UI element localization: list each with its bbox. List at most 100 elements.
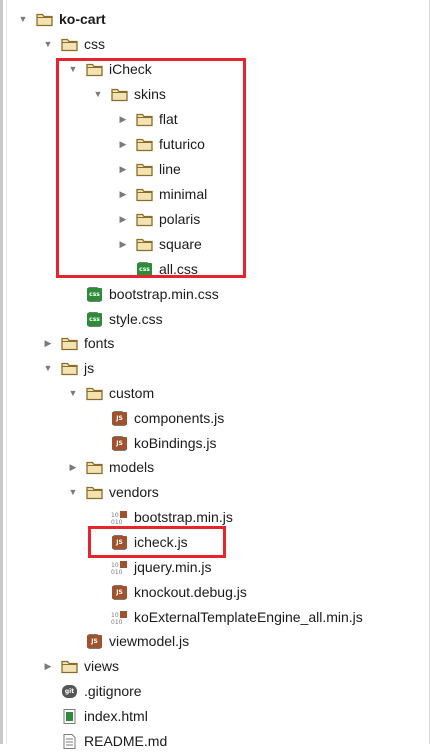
tree-item-label: ko-cart (59, 11, 106, 27)
folder-icon (61, 361, 78, 376)
tree-file[interactable]: 10 010 koExternalTemplateEngine_all.min.js (91, 605, 363, 629)
tree-item-label: flat (159, 111, 178, 127)
tree-folder[interactable]: ▶ flat (116, 107, 178, 131)
tree-file[interactable]: JS components.js (91, 406, 224, 430)
svg-text:10: 10 (111, 612, 119, 619)
minified-js-file-icon: 10 010 (111, 610, 128, 626)
tree-file[interactable]: JS koBindings.js (91, 431, 217, 455)
tree-item-label: style.css (109, 311, 163, 327)
collapse-arrow-right-icon[interactable]: ▶ (116, 182, 130, 206)
tree-item-label: fonts (84, 335, 115, 351)
svg-text:10: 10 (111, 512, 119, 519)
svg-text:010: 010 (111, 519, 123, 525)
expand-arrow-down-icon[interactable]: ▼ (16, 7, 30, 31)
js-badge: JS (112, 411, 127, 425)
expand-arrow-down-icon[interactable]: ▼ (66, 57, 80, 81)
tree-folder[interactable]: ▶ fonts (41, 331, 115, 355)
tree-folder[interactable]: ▼ custom (66, 381, 155, 405)
tree-file[interactable]: 10 010 jquery.min.js (91, 555, 212, 579)
folder-icon (86, 460, 103, 475)
expand-arrow-down-icon[interactable]: ▼ (91, 82, 105, 106)
js-badge: JS (112, 436, 127, 450)
tree-folder[interactable]: ▶ minimal (116, 182, 208, 206)
tree-file[interactable]: index.html (41, 704, 148, 728)
collapse-arrow-right-icon[interactable]: ▶ (116, 132, 130, 156)
tree-folder[interactable]: ▼ skins (91, 82, 166, 106)
svg-text:10: 10 (111, 562, 119, 569)
tree-item-label: square (159, 236, 202, 252)
markdown-file-icon (61, 733, 78, 749)
folder-icon (61, 37, 78, 52)
folder-icon (36, 12, 53, 27)
folder-icon (136, 162, 153, 177)
tree-file[interactable]: JS icheck.js (91, 530, 188, 554)
tree-folder[interactable]: ▶ views (41, 654, 119, 678)
folder-icon (136, 237, 153, 252)
expand-arrow-down-icon[interactable]: ▼ (66, 480, 80, 504)
css-badge: css (87, 287, 102, 301)
tree-item-label: bootstrap.min.js (134, 509, 233, 525)
html-file-icon (61, 708, 78, 724)
tree-file[interactable]: README.md (41, 729, 167, 753)
expand-arrow-down-icon[interactable]: ▼ (41, 356, 55, 380)
css-file-icon: css (136, 261, 153, 277)
panel-left-border (0, 0, 3, 744)
tree-item-label: koExternalTemplateEngine_all.min.js (134, 609, 363, 625)
tree-item-label: index.html (84, 708, 148, 724)
tree-item-label: knockout.debug.js (134, 584, 247, 600)
collapse-arrow-right-icon[interactable]: ▶ (41, 331, 55, 355)
css-badge: css (87, 312, 102, 326)
tree-item-label: vendors (109, 484, 159, 500)
expand-arrow-down-icon[interactable]: ▼ (41, 32, 55, 56)
tree-item-label: bootstrap.min.css (109, 286, 219, 302)
tree-folder[interactable]: ▶ polaris (116, 207, 201, 231)
tree-item-label: models (109, 459, 155, 475)
collapse-arrow-right-icon[interactable]: ▶ (116, 232, 130, 256)
tree-folder[interactable]: ▶ line (116, 157, 181, 181)
tree-item-label: polaris (159, 211, 201, 227)
js-file-icon: JS (111, 534, 128, 550)
collapse-arrow-right-icon[interactable]: ▶ (116, 207, 130, 231)
tree-file[interactable]: css style.css (66, 307, 163, 331)
tree-file[interactable]: JS knockout.debug.js (91, 580, 247, 604)
tree-item-label: views (84, 658, 120, 674)
collapse-arrow-right-icon[interactable]: ▶ (116, 157, 130, 181)
tree-folder[interactable]: ▼ vendors (66, 480, 159, 504)
folder-icon (61, 336, 78, 351)
tree-file[interactable]: 10 010 bootstrap.min.js (91, 505, 233, 529)
tree-item-label: css (84, 36, 105, 52)
js-file-icon: JS (111, 410, 128, 426)
minified-js-file-icon: 10 010 (111, 510, 128, 526)
tree-item-label: skins (134, 86, 166, 102)
tree-folder[interactable]: ▶ futurico (116, 132, 205, 156)
folder-icon (86, 386, 103, 401)
collapse-arrow-right-icon[interactable]: ▶ (116, 107, 130, 131)
js-badge: JS (112, 585, 127, 599)
svg-text:010: 010 (111, 569, 123, 575)
folder-icon (136, 212, 153, 227)
js-badge: JS (112, 535, 127, 549)
tree-folder[interactable]: ▼ css (41, 32, 105, 56)
folder-icon (61, 659, 78, 674)
tree-item-label: README.md (84, 733, 168, 749)
tree-folder[interactable]: ▼ ko-cart (16, 7, 106, 31)
collapse-arrow-right-icon[interactable]: ▶ (41, 654, 55, 678)
collapse-arrow-right-icon[interactable]: ▶ (66, 455, 80, 479)
tree-item-label: iCheck (109, 61, 152, 77)
css-file-icon: css (86, 286, 103, 302)
tree-folder[interactable]: ▼ js (41, 356, 95, 380)
tree-file[interactable]: css all.css (116, 257, 198, 281)
tree-folder[interactable]: ▶ square (116, 232, 202, 256)
tree-file[interactable]: JS viewmodel.js (66, 629, 189, 653)
tree-file[interactable]: git .gitignore (41, 679, 142, 703)
tree-folder[interactable]: ▶ models (66, 455, 155, 479)
folder-icon (136, 112, 153, 127)
js-file-icon: JS (86, 633, 103, 649)
minified-js-file-icon: 10 010 (111, 560, 128, 576)
git-file-icon: git (61, 684, 78, 699)
expand-arrow-down-icon[interactable]: ▼ (66, 381, 80, 405)
tree-file[interactable]: css bootstrap.min.css (66, 282, 219, 306)
js-file-icon: JS (111, 435, 128, 451)
tree-item-label: line (159, 161, 181, 177)
tree-folder[interactable]: ▼ iCheck (66, 57, 152, 81)
